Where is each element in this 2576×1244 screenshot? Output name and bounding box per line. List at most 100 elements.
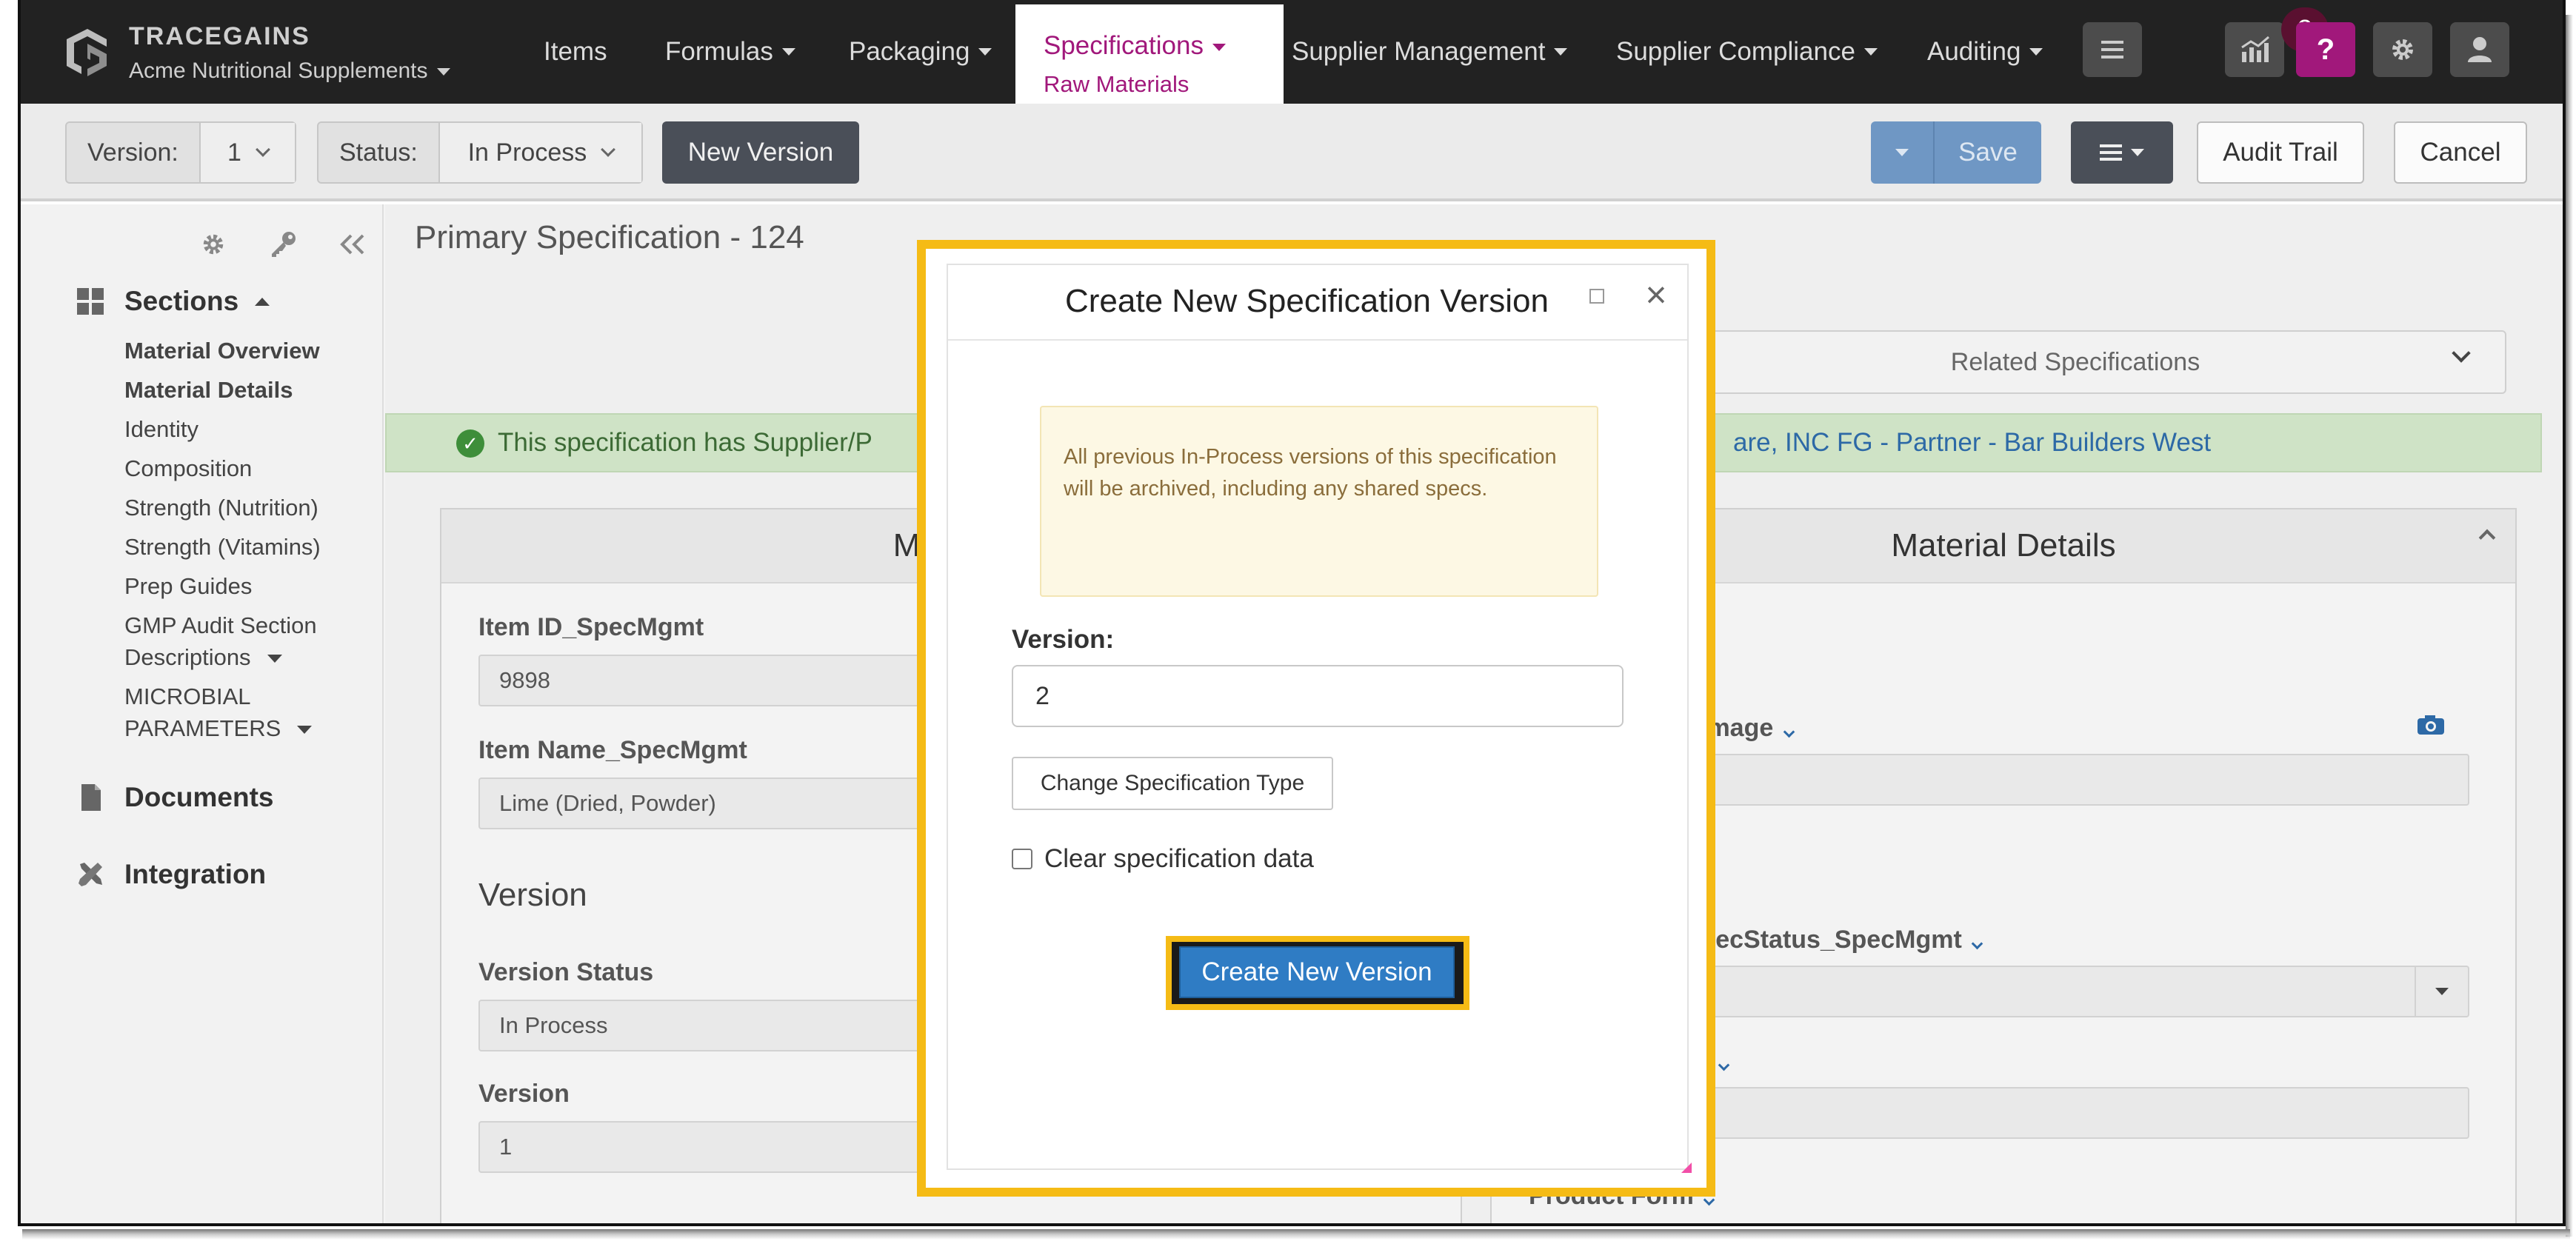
caret-down-icon	[2029, 48, 2043, 56]
sidebar-item-prep-guides[interactable]: Prep Guides	[124, 570, 252, 602]
nav-supplier-compliance-label: Supplier Compliance	[1616, 37, 1855, 66]
caret-down-icon	[781, 48, 795, 56]
grid-icon	[77, 288, 104, 315]
sidebar-item-material-details[interactable]: Material Details	[124, 374, 293, 406]
sidebar-item-composition[interactable]: Composition	[124, 452, 252, 484]
top-navbar: TRACEGAINS Acme Nutritional Supplements …	[21, 0, 2563, 104]
tracegains-logo-icon	[67, 29, 107, 76]
status-select-label: Status:	[339, 138, 418, 167]
sidebar-item-microbial[interactable]: MICROBIAL PARAMETERS	[124, 680, 313, 744]
modal-header: Create New Specification Version ×	[948, 265, 1687, 341]
chevron-down-icon	[1718, 1059, 1730, 1071]
close-icon[interactable]: ×	[1640, 276, 1672, 313]
checkbox-icon[interactable]	[1012, 849, 1032, 869]
caret-down-icon	[297, 726, 313, 735]
document-icon	[81, 784, 101, 811]
help-question-icon: ?	[2316, 33, 2335, 66]
window-shadow-right	[2566, 15, 2573, 1237]
cancel-button[interactable]: Cancel	[2394, 121, 2527, 184]
sidebar-item-strength-nutrition[interactable]: Strength (Nutrition)	[124, 492, 318, 524]
nav-menu-button[interactable]	[2083, 22, 2142, 77]
sidebar-item-identity[interactable]: Identity	[124, 413, 198, 445]
list-icon	[2100, 144, 2122, 161]
caret-down-icon	[1212, 43, 1226, 51]
resize-handle-icon[interactable]	[1681, 1163, 1692, 1173]
hamburger-icon	[2101, 41, 2123, 58]
nav-specifications[interactable]: Specifications Raw Materials	[1015, 4, 1284, 104]
save-dropdown-toggle[interactable]	[1871, 121, 1935, 184]
analytics-chart-icon	[2241, 36, 2269, 62]
clear-data-checkbox[interactable]: Clear specification data	[1012, 844, 1314, 874]
caret-down-icon	[267, 655, 282, 663]
sidebar-item-integration[interactable]: Integration	[76, 859, 266, 890]
nav-auditing[interactable]: Auditing	[1927, 0, 2043, 104]
window-shadow-bottom	[22, 1229, 2570, 1240]
item-name-label: Item Name_SpecMgmt	[478, 736, 747, 764]
org-name: Acme Nutritional Supplements	[129, 58, 428, 83]
save-button-group: Save	[1871, 121, 2041, 184]
org-switcher[interactable]: Acme Nutritional Supplements	[129, 58, 450, 84]
sidebar-item-material-overview[interactable]: Material Overview	[124, 335, 320, 367]
status-select[interactable]: Status: In Process	[317, 121, 643, 184]
nav-packaging-label: Packaging	[849, 37, 970, 66]
caret-up-icon	[255, 297, 270, 306]
modal-title: Create New Specification Version	[1065, 283, 1549, 319]
caret-down-icon	[1895, 149, 1909, 156]
nav-formulas-label: Formulas	[665, 37, 773, 66]
sidebar-item-gmp-audit[interactable]: GMP Audit Section Descriptions	[124, 609, 317, 673]
maximize-icon[interactable]	[1589, 289, 1604, 304]
chevron-down-icon	[1783, 726, 1795, 738]
caret-down-icon	[1863, 48, 1878, 56]
sidebar-sections-label: Sections	[124, 286, 239, 316]
related-specifications-dropdown[interactable]: Related Specifications	[1644, 330, 2506, 394]
save-button[interactable]: Save	[1935, 121, 2041, 184]
version-select[interactable]: Version: 1	[65, 121, 296, 184]
app-window: TRACEGAINS Acme Nutritional Supplements …	[18, 0, 2566, 1226]
clear-data-label: Clear specification data	[1044, 844, 1314, 873]
nav-items-label: Items	[544, 37, 607, 66]
settings-button[interactable]	[2373, 22, 2432, 77]
spec-toolbar: Version: 1 Status: In Process New Versio…	[21, 104, 2563, 201]
camera-icon[interactable]	[2416, 714, 2446, 736]
sidebar-item-documents[interactable]: Documents	[76, 782, 273, 813]
analytics-button[interactable]	[2225, 22, 2284, 77]
spec-status-dropdown-toggle[interactable]	[2415, 967, 2468, 1016]
status-select-value: In Process	[467, 138, 587, 167]
sidebar-item-microbial-line1: MICROBIAL	[124, 683, 251, 709]
sidebar: Sections Material Overview Material Deta…	[21, 204, 384, 1223]
user-button[interactable]	[2450, 22, 2509, 77]
change-specification-type-button[interactable]: Change Specification Type	[1012, 757, 1333, 810]
key-icon[interactable]	[265, 227, 301, 262]
chevron-down-icon	[255, 142, 270, 157]
tools-icon	[79, 863, 102, 886]
version-section-heading: Version	[478, 877, 587, 913]
chevron-down-icon	[1971, 937, 1983, 950]
page-title: Primary Specification - 124	[415, 219, 804, 255]
nav-formulas[interactable]: Formulas	[665, 0, 795, 104]
nav-supplier-management-label: Supplier Management	[1292, 37, 1546, 66]
collapse-sidebar-icon[interactable]	[335, 227, 370, 262]
nav-supplier-management[interactable]: Supplier Management	[1292, 0, 1568, 104]
audit-trail-button[interactable]: Audit Trail	[2197, 121, 2364, 184]
caret-down-icon	[978, 48, 992, 56]
nav-packaging[interactable]: Packaging	[849, 0, 992, 104]
sidebar-sections-toggle[interactable]: Sections	[76, 286, 270, 317]
item-id-label: Item ID_SpecMgmt	[478, 613, 704, 641]
nav-auditing-label: Auditing	[1927, 37, 2021, 66]
nav-supplier-compliance[interactable]: Supplier Compliance	[1616, 0, 1878, 104]
sidebar-documents-label: Documents	[124, 782, 274, 812]
create-new-version-button[interactable]: Create New Version	[1179, 946, 1455, 998]
nav-items[interactable]: Items	[544, 0, 607, 104]
actions-menu-button[interactable]	[2071, 121, 2173, 184]
help-button[interactable]: ?	[2296, 22, 2355, 77]
chevron-down-icon	[601, 142, 616, 157]
modal-version-input[interactable]: 2	[1012, 665, 1624, 727]
chevron-down-icon	[2452, 344, 2471, 363]
new-version-button[interactable]: New Version	[662, 121, 859, 184]
supplier-alert-link[interactable]: are, INC FG - Partner - Bar Builders Wes…	[1733, 428, 2211, 458]
archive-warning: All previous In-Process versions of this…	[1040, 406, 1598, 597]
sidebar-item-strength-vitamins[interactable]: Strength (Vitamins)	[124, 531, 321, 563]
gear-icon	[2392, 39, 2413, 60]
brand[interactable]: TRACEGAINS Acme Nutritional Supplements	[61, 19, 450, 86]
sidebar-settings-gear-icon[interactable]	[196, 227, 231, 262]
